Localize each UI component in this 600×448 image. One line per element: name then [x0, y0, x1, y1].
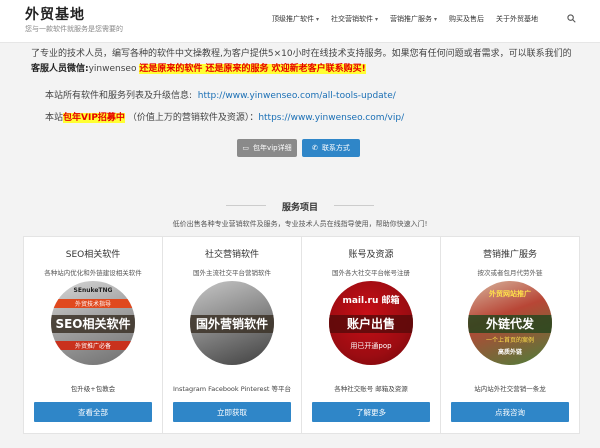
nav-label: 社交营销软件 [331, 15, 374, 23]
service-cards: SEO相关软件 各种站内优化和外链建设相关软件 SEnukeTNG 外贸技术指导… [23, 236, 580, 434]
learn-more-button[interactable]: 了解更多 [312, 402, 430, 422]
image-text: 外贸技术指导 [51, 299, 135, 308]
image-text: 高质外链 [497, 349, 522, 356]
update-list-text: 本站所有软件和服务列表及升级信息: [45, 91, 193, 101]
vip-details-label: 包年vip详细 [253, 144, 292, 152]
image-text: 外贸网站推广 [489, 290, 531, 298]
update-list-link[interactable]: http://www.yinwenseo.com/all-tools-updat… [198, 91, 396, 101]
nav-label: 购买及售后 [449, 15, 485, 23]
view-all-button[interactable]: 查看全部 [34, 402, 152, 422]
nav-item-marketing-services[interactable]: 营销推广服务 ▾ [390, 14, 437, 24]
card-title[interactable]: 营销推广服务 [441, 247, 579, 260]
card-image[interactable]: 国外营销软件 [190, 281, 274, 365]
card-image[interactable]: SEnukeTNG 外贸技术指导 SEO相关软件 外贸推广必备 [51, 281, 135, 365]
card-title[interactable]: 账号及资源 [302, 247, 440, 260]
service-card-seo: SEO相关软件 各种站内优化和外链建设相关软件 SEnukeTNG 外贸技术指导… [23, 236, 163, 434]
services-description: 低价出售各种专业营销软件及服务，专业技术人员在线指导使用，帮助你快速入门! [172, 220, 428, 228]
contact-button[interactable]: ✆ 联系方式 [302, 139, 360, 157]
vip-text: （价值上万的营销软件及资源）： [127, 113, 259, 123]
card-image[interactable]: 外贸网站推广 外链代发 一个上首页的案例 高质外链 [468, 281, 552, 365]
chevron-down-icon: ▾ [434, 15, 438, 23]
consult-button[interactable]: 点我咨询 [451, 402, 569, 422]
update-list-line: 本站所有软件和服务列表及升级信息: http://www.yinwenseo.c… [45, 88, 396, 101]
intro-highlight: 还是原来的软件 还是原来的服务 欢迎新老客户联系购买! [139, 64, 366, 74]
logo-title[interactable]: 外贸基地 [25, 7, 123, 23]
nav-label: 营销推广服务 [390, 15, 433, 23]
card-badge: 国外营销软件 [190, 315, 274, 333]
card-icon: ▭ [242, 144, 250, 152]
service-card-marketing: 营销推广服务 按次或者包月代劳外链 外贸网站推广 外链代发 一个上首页的案例 高… [440, 236, 580, 434]
vip-highlight: 包年VIP招募中 [63, 113, 125, 123]
nav-item-purchase[interactable]: 购买及售后 [449, 14, 484, 24]
wechat-id: yinwenseo [88, 64, 137, 74]
service-card-social: 社交营销软件 国外主流社交平台营销软件 国外营销软件 Instagram Fac… [162, 236, 302, 434]
image-text: mail.ru 邮箱 [342, 296, 400, 306]
nav-item-about[interactable]: 关于外贸基地 [496, 14, 538, 24]
image-text: 外贸推广必备 [51, 341, 135, 350]
vip-prefix: 本站 [45, 113, 64, 123]
card-badge: 外链代发 [468, 315, 552, 333]
chevron-down-icon: ▾ [316, 15, 320, 23]
card-title[interactable]: 社交营销软件 [163, 247, 301, 260]
card-description: 包升级+包教会 [70, 385, 116, 393]
card-description: 站内站外社交营销一条龙 [474, 385, 546, 393]
image-text: SEnukeTNG [73, 287, 113, 294]
contact-label: 联系方式 [321, 144, 350, 152]
vip-link[interactable]: https://www.yinwenseo.com/vip/ [258, 113, 404, 123]
intro-text: 了专业的技术人员，编写各种的软件中文操教程,为客户提供5×10小时在线技术支持服… [31, 49, 572, 59]
site-header: 外贸基地 您与一款软件就服务是您需要的 顶级推广软件 ▾ 社交营销软件 ▾ 营销… [0, 0, 600, 43]
vip-details-button[interactable]: ▭ 包年vip详细 [237, 139, 297, 157]
section-rule-right [334, 205, 374, 206]
main-nav: 顶级推广软件 ▾ 社交营销软件 ▾ 营销推广服务 ▾ 购买及售后 关于外贸基地 [272, 14, 550, 24]
card-badge: 账户出售 [329, 315, 413, 333]
image-text: 一个上首页的案例 [485, 337, 534, 344]
services-title: 服务项目 [281, 203, 318, 213]
card-description: 各种社交账号 邮箱及资源 [334, 385, 408, 393]
nav-item-social-tools[interactable]: 社交营销软件 ▾ [331, 14, 378, 24]
phone-icon: ✆ [312, 144, 318, 152]
image-text: 用已开通pop [350, 342, 392, 350]
vip-line: 本站包年VIP招募中 （价值上万的营销软件及资源）：https://www.yi… [45, 110, 404, 123]
chevron-down-icon: ▾ [375, 15, 379, 23]
card-badge: SEO相关软件 [51, 315, 135, 333]
nav-label: 顶级推广软件 [272, 15, 314, 23]
card-subtitle: 各种站内优化和外链建设相关软件 [44, 269, 142, 277]
wechat-label: 客服人员微信: [31, 64, 89, 74]
intro-paragraph: 了专业的技术人员，编写各种的软件中文操教程,为客户提供5×10小时在线技术支持服… [31, 47, 576, 77]
nav-label: 关于外贸基地 [496, 15, 539, 23]
card-subtitle: 国外主流社交平台营销软件 [193, 269, 271, 277]
nav-item-top-tools[interactable]: 顶级推广软件 ▾ [272, 14, 319, 24]
site-logo[interactable]: 外贸基地 您与一款软件就服务是您需要的 [25, 7, 123, 34]
service-card-accounts: 账号及资源 国外各大社交平台帐号注册 mail.ru 邮箱 账户出售 用已开通p… [301, 236, 441, 434]
card-subtitle: 国外各大社交平台帐号注册 [332, 269, 410, 277]
logo-subtitle: 您与一款软件就服务是您需要的 [25, 25, 123, 33]
card-title[interactable]: SEO相关软件 [24, 247, 162, 260]
card-description: Instagram Facebook Pinterest 等平台 [172, 385, 292, 393]
get-now-button[interactable]: 立即获取 [173, 402, 291, 422]
search-icon[interactable] [567, 14, 576, 23]
card-image[interactable]: mail.ru 邮箱 账户出售 用已开通pop [329, 281, 413, 365]
card-subtitle: 按次或者包月代劳外链 [477, 269, 543, 277]
